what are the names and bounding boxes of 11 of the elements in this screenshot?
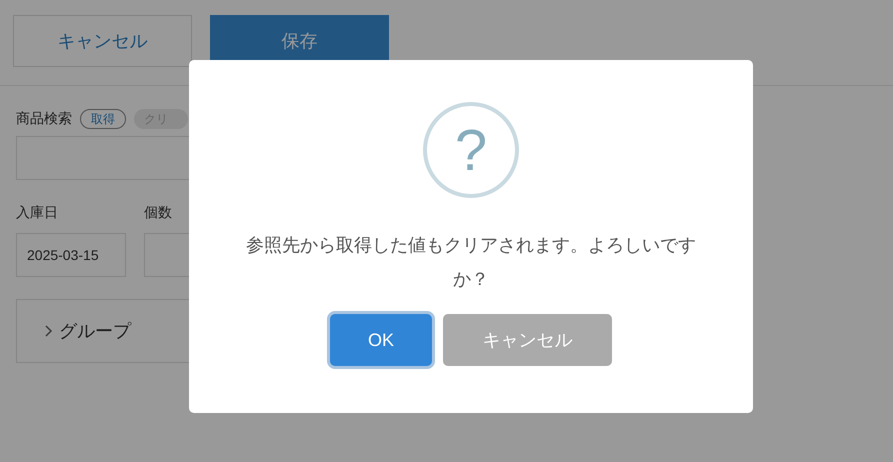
dialog-message: 参照先から取得した値もクリアされます。よろしいですか？: [245, 234, 697, 291]
input-field[interactable]: 2025-03-15: [16, 233, 126, 277]
field-label: 入庫日: [16, 203, 59, 222]
cancel-button[interactable]: キャンセル: [443, 314, 612, 366]
get-button[interactable]: 取得: [80, 108, 126, 128]
cancel-button[interactable]: キャンセル: [13, 15, 192, 67]
ok-button[interactable]: OK: [330, 314, 432, 366]
group-label: グループ: [59, 320, 131, 342]
question-icon: ?: [423, 102, 519, 198]
field-label: 商品検索: [16, 109, 72, 128]
field-label: 個数: [144, 203, 173, 222]
